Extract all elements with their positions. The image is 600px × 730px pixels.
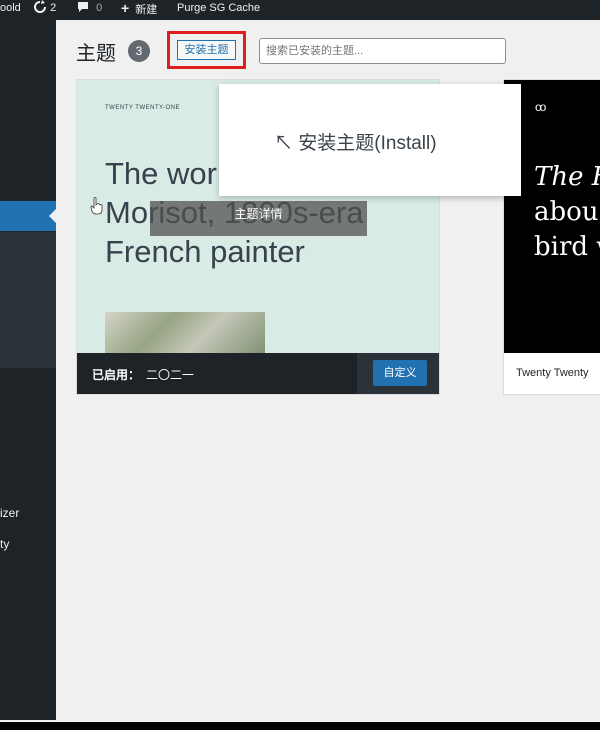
- refresh-icon: [34, 0, 46, 13]
- hand-cursor-icon: [90, 197, 103, 215]
- comments-count: 0: [96, 2, 103, 14]
- customize-button[interactable]: 自定义: [373, 360, 427, 386]
- current-menu-arrow: [49, 208, 57, 224]
- admin-sidebar: [0, 20, 56, 720]
- admin-bar: oold 2 0 + 新建 Purge SG Cache: [0, 0, 600, 20]
- active-theme-name: 二〇二一: [146, 368, 195, 382]
- theme2-headline-line2: abou: [534, 197, 599, 227]
- comment-icon: [78, 2, 88, 12]
- preview-painting-image: [105, 312, 265, 353]
- theme2-headline-line3: bird w: [534, 232, 600, 262]
- active-label: 已启用：: [92, 368, 141, 382]
- sidebar-submenu: [0, 232, 56, 368]
- updates-count: 2: [50, 2, 57, 14]
- comments-link[interactable]: 0: [77, 0, 102, 20]
- theme-name-2: Twenty Twenty: [516, 367, 589, 379]
- install-button-highlight: 安装主题: [167, 31, 246, 69]
- theme2-headline-line1: The H: [534, 162, 600, 192]
- theme-details-overlay[interactable]: 主题详情: [150, 201, 367, 236]
- sidebar-item-privacy[interactable]: ty: [0, 537, 9, 551]
- theme-count-badge: 3: [128, 40, 150, 62]
- purge-cache-link[interactable]: Purge SG Cache: [177, 0, 260, 20]
- theme-logo-icon: oo: [535, 100, 546, 114]
- site-name-link[interactable]: oold: [0, 0, 21, 20]
- tooltip-text: ↖ 安装主题(Install): [274, 133, 437, 154]
- install-tooltip: ↖ 安装主题(Install): [219, 84, 521, 196]
- install-theme-button[interactable]: 安装主题: [177, 40, 236, 60]
- page-title: 主题: [76, 43, 116, 65]
- theme-brand-label: TWENTY TWENTY-ONE: [105, 105, 181, 111]
- plus-icon: +: [121, 0, 130, 16]
- sidebar-item-customizer[interactable]: izer: [0, 506, 19, 520]
- sidebar-item-appearance[interactable]: [0, 201, 56, 231]
- theme2-preview-headline: The H abou bird w: [534, 160, 600, 265]
- new-label: 新建: [135, 4, 158, 16]
- theme-search-input[interactable]: [259, 38, 506, 64]
- updates-link[interactable]: 2: [33, 0, 56, 20]
- theme-details-label: 主题详情: [234, 207, 283, 221]
- new-content-link[interactable]: + 新建: [121, 0, 157, 20]
- bottom-edge: [0, 722, 600, 730]
